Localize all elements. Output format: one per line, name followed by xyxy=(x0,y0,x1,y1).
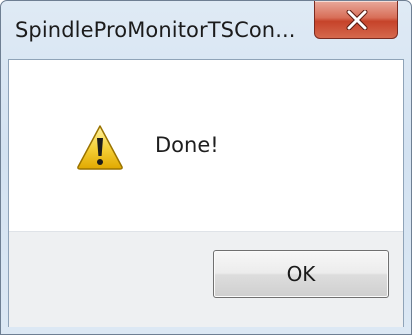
message-dialog: SpindleProMonitorTSCon... Done! OK xyxy=(0,0,412,335)
ok-button[interactable]: OK xyxy=(213,250,389,298)
close-icon xyxy=(346,10,368,30)
warning-icon xyxy=(77,125,123,170)
close-button[interactable] xyxy=(314,1,398,39)
window-title: SpindleProMonitorTSCon... xyxy=(15,18,296,42)
title-bar[interactable]: SpindleProMonitorTSCon... xyxy=(1,1,411,61)
message-area: Done! xyxy=(9,60,403,231)
button-bar: OK xyxy=(9,231,403,327)
message-text: Done! xyxy=(155,133,219,157)
dialog-client-area: Done! OK xyxy=(8,59,404,327)
